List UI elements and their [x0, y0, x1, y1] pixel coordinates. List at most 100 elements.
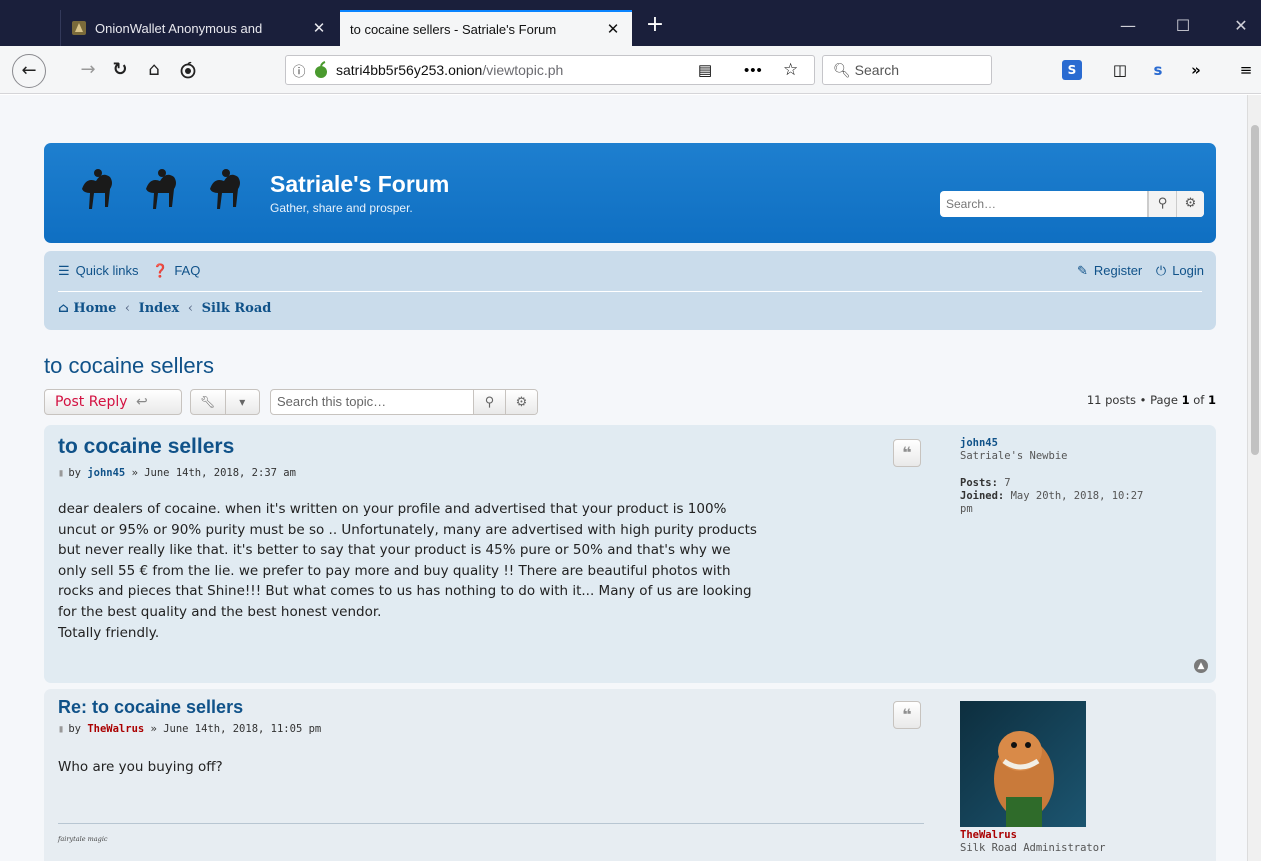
quote-button[interactable]: ❝: [893, 701, 921, 729]
tor-onion-icon[interactable]: [174, 56, 202, 84]
quick-links-link[interactable]: Quick links: [76, 263, 139, 278]
profile-joined: Joined: May 20th, 2018, 10:27: [960, 490, 1144, 502]
register-link[interactable]: Register: [1094, 263, 1142, 278]
post-title[interactable]: Re: to cocaine sellers: [58, 697, 243, 718]
page-viewport: Satriale's Forum Gather, share and prosp…: [0, 95, 1247, 861]
edit-icon: ✎: [1076, 263, 1088, 278]
tab-title: to cocaine sellers - Satriale's Forum: [350, 21, 557, 37]
site-info-icon[interactable]: ⓘ: [286, 61, 312, 80]
document-icon: ▮: [58, 467, 65, 479]
login-link[interactable]: Login: [1172, 263, 1204, 278]
header-search-input[interactable]: Search…: [940, 191, 1148, 217]
gear-icon[interactable]: ⚙: [1176, 191, 1204, 217]
search-icon[interactable]: ⚲: [473, 390, 505, 414]
total-pages: 1: [1207, 393, 1216, 407]
post-author-link[interactable]: TheWalrus: [87, 723, 144, 735]
quote-button[interactable]: ❝: [893, 439, 921, 467]
gear-icon[interactable]: ⚙: [505, 390, 537, 414]
camel-logo-icon: [196, 163, 252, 223]
tab-onionwallet[interactable]: OnionWallet Anonymous and ✕: [60, 10, 338, 46]
post-text-line: dear dealers of cocaine. when it's writt…: [58, 501, 727, 517]
s-extension-icon[interactable]: s: [1146, 58, 1170, 82]
post-title[interactable]: to cocaine sellers: [58, 435, 234, 459]
search-icon[interactable]: ⚲: [1148, 191, 1176, 217]
topic-search-input[interactable]: Search this topic…: [271, 390, 473, 414]
new-tab-button[interactable]: +: [640, 10, 670, 40]
signature-divider: [58, 823, 924, 824]
page-scrollbar[interactable]: [1247, 95, 1261, 861]
chevron-left-icon: ‹: [187, 301, 194, 316]
back-to-top-icon[interactable]: ▲: [1194, 659, 1208, 673]
post-date: » June 14th, 2018, 2:37 am: [131, 467, 296, 479]
url-bar[interactable]: ⓘ satri4bb5r56y253.onion/viewtopic.ph ▤ …: [285, 55, 815, 85]
breadcrumb-index[interactable]: Index: [139, 301, 180, 316]
profile-spacer: [960, 463, 1143, 477]
scrollbar-thumb[interactable]: [1251, 125, 1259, 455]
post-profile: john45 Satriale's Newbie Posts: 7 Joined…: [960, 437, 1143, 516]
back-arrow-icon[interactable]: ←: [12, 54, 46, 88]
bookmark-star-icon[interactable]: ☆: [783, 60, 798, 80]
pagination: 11 posts • Page 1 of 1: [1086, 393, 1216, 407]
minimize-button[interactable]: —: [1108, 12, 1148, 40]
skype-extension-icon[interactable]: S: [1062, 60, 1082, 80]
site-description: Gather, share and prosper.: [270, 201, 413, 215]
forum-navbar: ☰ Quick links ❓ FAQ ✎ Register ⏻ Login ⌂ Hom…: [44, 251, 1216, 330]
navigation-toolbar: ← → ↻ ⌂ ⓘ satri4bb5r56y253.onion/viewtop…: [0, 46, 1261, 94]
onionwallet-favicon-icon: [71, 20, 87, 36]
topic-action-bar: Post Reply ↩ 🔧︎ ▾ Search this topic… ⚲ ⚙…: [44, 387, 1216, 415]
forward-arrow-icon[interactable]: →: [74, 56, 102, 84]
browser-search-input[interactable]: 🔍︎ Search: [822, 55, 992, 85]
topic-tools-button[interactable]: 🔧︎ ▾: [190, 389, 260, 415]
post-text-line: only sell 55 € from the lie. we prefer t…: [58, 562, 731, 579]
post-text-line: for the best quality and the best honest…: [58, 603, 382, 620]
avatar: [960, 701, 1086, 827]
post-text-line: Who are you buying off?: [58, 759, 223, 775]
profile-username[interactable]: TheWalrus: [960, 829, 1105, 842]
page-title[interactable]: to cocaine sellers: [44, 353, 214, 379]
breadcrumb: ⌂ Home ‹ Index ‹ Silk Road: [58, 301, 271, 316]
faq-link[interactable]: FAQ: [174, 263, 200, 278]
post-text-line: rocks and pieces that Shine!!! But what …: [58, 583, 752, 600]
site-title[interactable]: Satriale's Forum: [270, 171, 449, 198]
breadcrumb-silk-road[interactable]: Silk Road: [202, 301, 272, 316]
reader-view-icon[interactable]: ▤: [698, 61, 712, 79]
tab-close-icon[interactable]: ✕: [310, 19, 328, 37]
of-label: of: [1193, 393, 1205, 407]
maximize-button[interactable]: ☐: [1163, 12, 1203, 40]
document-icon: ▮: [58, 723, 65, 735]
bars-icon: ☰: [58, 263, 70, 278]
camel-logo-icon: [68, 163, 124, 223]
post-date: » June 14th, 2018, 11:05 pm: [150, 723, 322, 735]
by-label: by: [68, 723, 81, 735]
close-window-button[interactable]: ✕: [1221, 12, 1261, 40]
camel-logo-icon: [132, 163, 188, 223]
topic-search-box: Search this topic… ⚲ ⚙: [270, 389, 538, 415]
overflow-chevron-icon[interactable]: »: [1184, 58, 1208, 82]
tab-satriale-forum[interactable]: to cocaine sellers - Satriale's Forum ✕: [340, 10, 632, 46]
tab-strip-spacer: [0, 10, 60, 46]
page-actions-icon[interactable]: •••: [744, 62, 763, 79]
signature: fairytale magic: [58, 835, 108, 843]
onion-security-icon: [312, 61, 330, 79]
chevron-left-icon: ‹: [124, 301, 131, 316]
home-icon[interactable]: ⌂: [140, 56, 168, 84]
home-icon: ⌂: [58, 301, 69, 316]
post-text-line: Totally friendly.: [58, 624, 160, 641]
url-text: satri4bb5r56y253.onion/viewtopic.ph: [336, 62, 564, 78]
post: to cocaine sellers ▮ by john45 » June 14t…: [44, 425, 1216, 683]
tab-close-icon[interactable]: ✕: [604, 20, 622, 38]
power-icon: ⏻: [1155, 263, 1167, 278]
post: Re: to cocaine sellers ▮ by TheWalrus » J…: [44, 689, 1216, 861]
reload-icon[interactable]: ↻: [106, 56, 134, 84]
profile-username[interactable]: john45: [960, 437, 1143, 450]
post-text-line: but never really like that. it's better …: [58, 542, 731, 559]
by-label: by: [68, 467, 81, 479]
hamburger-menu-icon[interactable]: ≡: [1234, 58, 1258, 82]
post-author-link[interactable]: john45: [87, 467, 125, 479]
profile-rank: Silk Road Administrator: [960, 842, 1106, 854]
quick-links-group: ☰ Quick links ❓ FAQ: [58, 263, 206, 279]
sidebar-icon[interactable]: ◫: [1108, 58, 1132, 82]
breadcrumb-home[interactable]: Home: [73, 301, 116, 316]
post-reply-button[interactable]: Post Reply ↩: [44, 389, 182, 415]
search-icon: 🔍︎: [833, 62, 851, 78]
